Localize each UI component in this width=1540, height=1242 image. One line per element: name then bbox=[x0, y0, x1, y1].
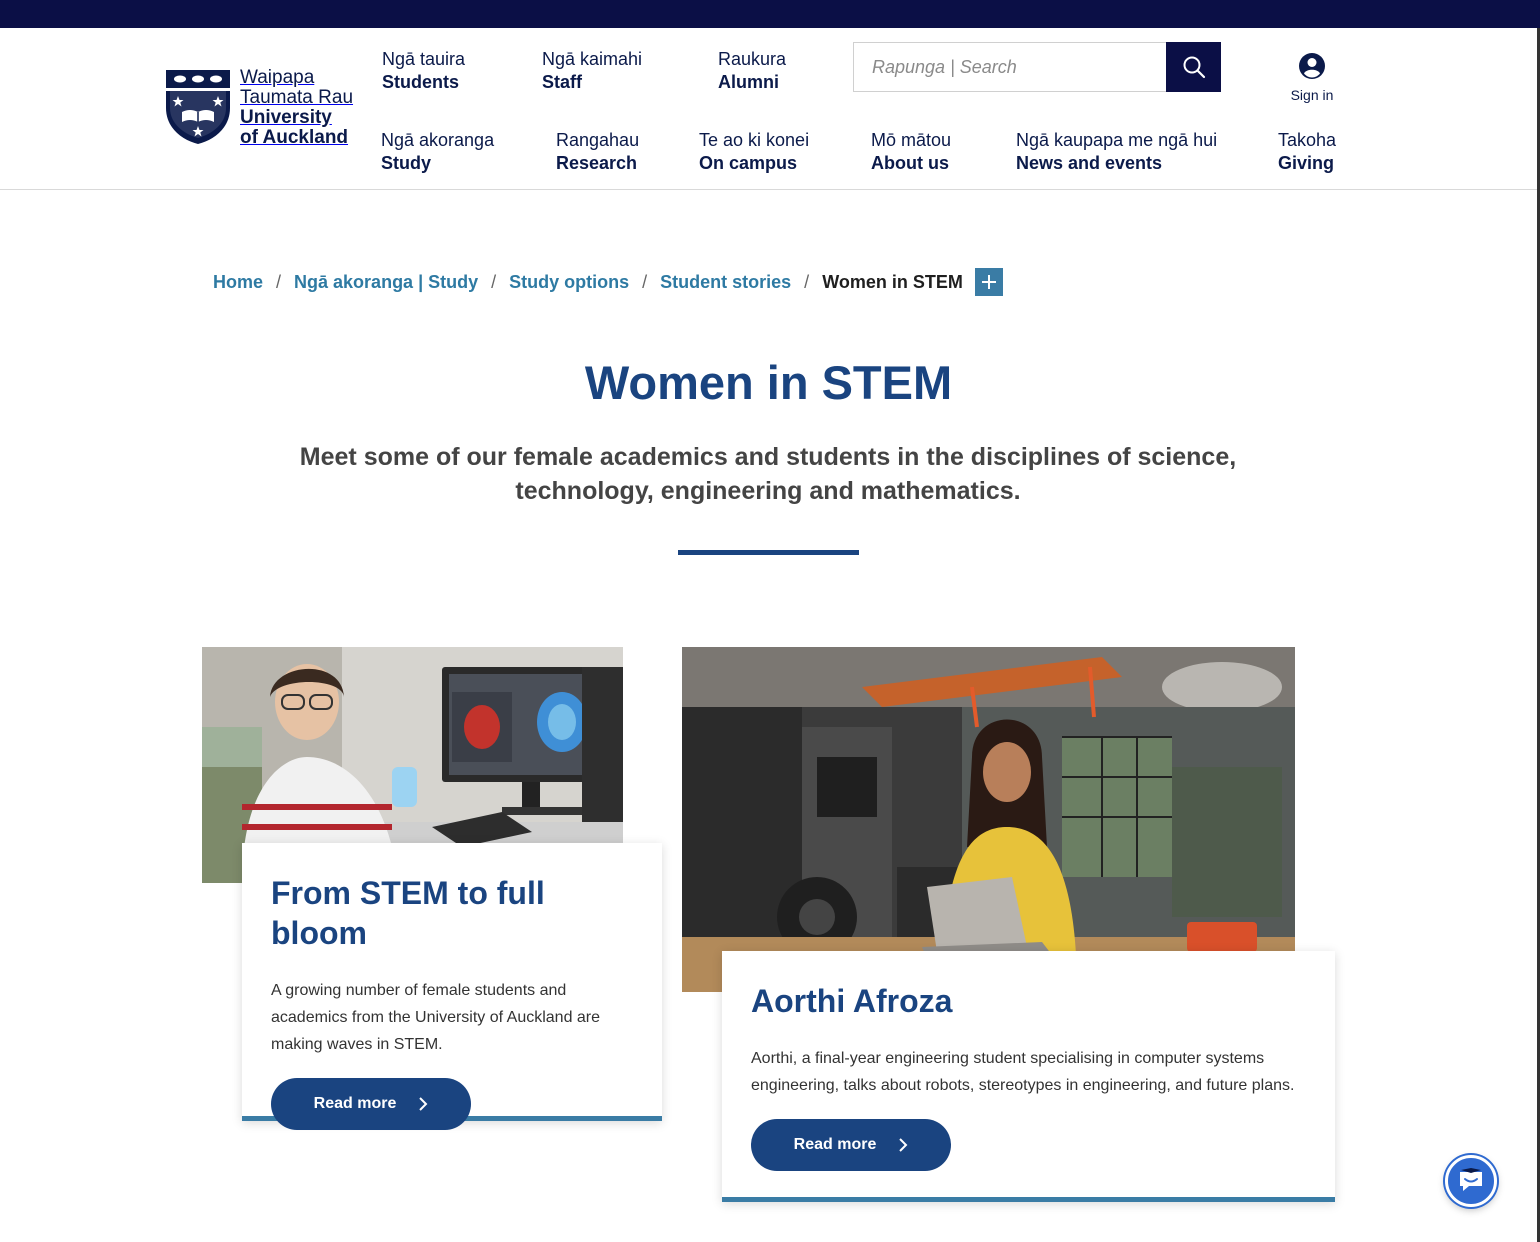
nav-label-english: On campus bbox=[699, 153, 798, 173]
story-card-title: Aorthi Afroza bbox=[751, 983, 953, 1019]
breadcrumb-expand-button[interactable] bbox=[974, 268, 1003, 296]
page-intro: Meet some of our female academics and st… bbox=[299, 443, 1237, 505]
read-more-button[interactable]: Read more bbox=[751, 1119, 951, 1171]
top-bar bbox=[0, 0, 1540, 28]
search-icon bbox=[1183, 56, 1205, 79]
nav-study[interactable]: Ngā akoranga Study bbox=[381, 129, 494, 175]
nav-label-maori: Ngā kaimahi bbox=[542, 49, 643, 69]
chevron-right-icon bbox=[899, 1138, 908, 1152]
sign-in-label: Sign in bbox=[1290, 87, 1334, 103]
breadcrumb-study[interactable]: Ngā akoranga | Study bbox=[294, 272, 478, 293]
nav-label-maori: Takoha bbox=[1278, 130, 1337, 150]
read-more-button[interactable]: Read more bbox=[271, 1078, 471, 1130]
nav-label-english: Research bbox=[556, 153, 638, 173]
nav-on-campus[interactable]: Te ao ki konei On campus bbox=[699, 129, 809, 175]
breadcrumb-separator: / bbox=[276, 271, 282, 292]
breadcrumb-separator: / bbox=[642, 271, 648, 292]
breadcrumb-home[interactable]: Home bbox=[213, 272, 263, 293]
breadcrumb-study-options[interactable]: Study options bbox=[509, 272, 629, 293]
story-card-title: From STEM to full bloom bbox=[271, 875, 545, 951]
logo-line-3: University bbox=[240, 107, 332, 128]
breadcrumb: Home / Ngā akoranga | Study / Study opti… bbox=[213, 268, 1003, 296]
nav-giving[interactable]: Takoha Giving bbox=[1278, 129, 1336, 175]
logo-line-1: Waipapa bbox=[240, 67, 315, 88]
nav-staff[interactable]: Ngā kaimahi Staff bbox=[542, 48, 642, 94]
breadcrumb-separator: / bbox=[491, 271, 497, 292]
page-title: Women in STEM bbox=[584, 356, 953, 409]
nav-label-maori: Ngā tauira bbox=[382, 49, 466, 69]
chat-bubble-icon bbox=[1460, 1168, 1482, 1191]
nav-news-and-events[interactable]: Ngā kaupapa me ngā hui News and events bbox=[1016, 129, 1217, 175]
nav-label-english: Students bbox=[382, 72, 460, 92]
nav-label-english: About us bbox=[871, 153, 949, 173]
title-divider bbox=[678, 550, 859, 555]
breadcrumb-separator: / bbox=[804, 271, 810, 292]
read-more-label: Read more bbox=[313, 1095, 397, 1112]
nav-label-english: Alumni bbox=[718, 72, 779, 92]
search-button[interactable] bbox=[1166, 42, 1221, 92]
university-logo[interactable]: Waipapa Taumata Rau University of Auckla… bbox=[164, 68, 353, 148]
nav-research[interactable]: Rangahau Research bbox=[556, 129, 639, 175]
search-form bbox=[853, 42, 1221, 92]
site-header: Waipapa Taumata Rau University of Auckla… bbox=[0, 28, 1537, 190]
nav-label-english: News and events bbox=[1016, 153, 1163, 173]
plus-icon bbox=[981, 275, 996, 289]
nav-label-maori: Ngā kaupapa me ngā hui bbox=[1016, 130, 1218, 150]
nav-alumni[interactable]: Raukura Alumni bbox=[718, 48, 786, 94]
nav-label-maori: Te ao ki konei bbox=[699, 130, 810, 150]
logo-line-4: of Auckland bbox=[240, 127, 349, 148]
chat-launcher-button[interactable] bbox=[1445, 1155, 1497, 1207]
card-image-aorthi-afroza[interactable] bbox=[682, 647, 1295, 992]
logo-line-2: Taumata Rau bbox=[240, 87, 354, 108]
breadcrumb-current: Women in STEM bbox=[822, 271, 963, 292]
chevron-right-icon bbox=[419, 1097, 428, 1111]
story-card: Aorthi Afroza Aorthi, a final-year engin… bbox=[722, 951, 1335, 1202]
logo-wordmark: Waipapa Taumata Rau University of Auckla… bbox=[240, 68, 353, 148]
user-icon bbox=[1299, 53, 1325, 79]
sign-in-link[interactable]: Sign in bbox=[1286, 52, 1338, 103]
story-card: From STEM to full bloom A growing number… bbox=[242, 843, 662, 1130]
nav-label-maori: Ngā akoranga bbox=[381, 130, 495, 150]
photo-student-in-lab bbox=[682, 647, 1295, 992]
search-input[interactable] bbox=[854, 43, 1166, 91]
story-card-text: Aorthi, a final-year engineering student… bbox=[751, 1050, 1295, 1094]
crest-icon bbox=[166, 70, 230, 144]
nav-label-english: Study bbox=[381, 153, 432, 173]
nav-label-english: Staff bbox=[542, 72, 582, 92]
read-more-label: Read more bbox=[793, 1136, 877, 1153]
breadcrumb-student-stories[interactable]: Student stories bbox=[660, 272, 791, 293]
story-card-text: A growing number of female students and … bbox=[271, 982, 601, 1053]
nav-label-maori: Mō mātou bbox=[871, 130, 952, 150]
nav-label-english: Giving bbox=[1278, 153, 1335, 173]
nav-label-maori: Rangahau bbox=[556, 130, 640, 150]
nav-about-us[interactable]: Mō mātou About us bbox=[871, 129, 951, 175]
nav-label-maori: Raukura bbox=[718, 49, 787, 69]
nav-students[interactable]: Ngā tauira Students bbox=[382, 48, 465, 94]
